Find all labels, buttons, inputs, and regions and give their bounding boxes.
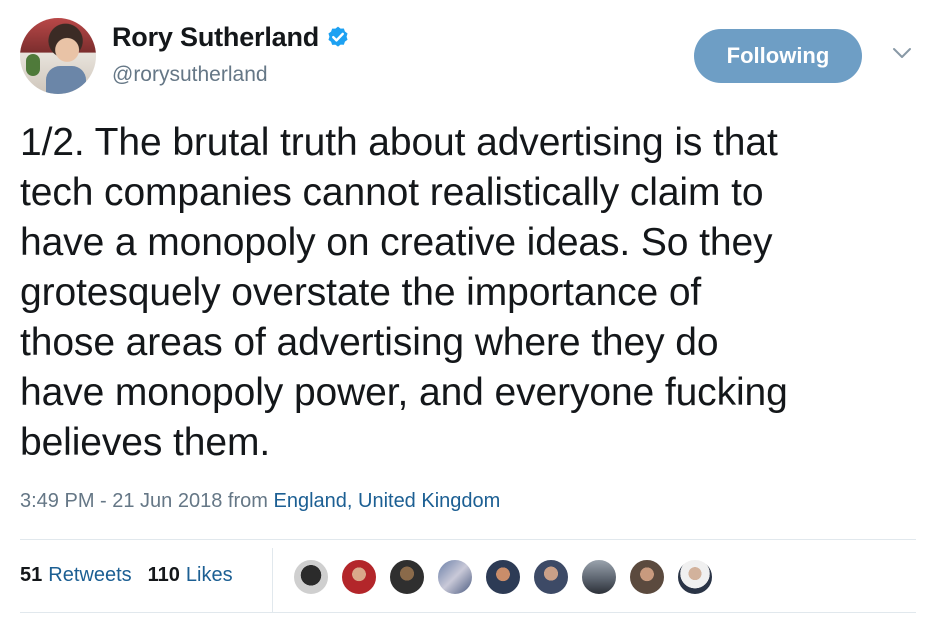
avatar-shirt	[46, 66, 86, 94]
chevron-down-icon[interactable]	[892, 46, 912, 60]
liker-avatar[interactable]	[676, 558, 714, 596]
tweet-timestamp[interactable]: 3:49 PM - 21 Jun 2018	[20, 490, 222, 512]
tweet-line: believes them.	[20, 421, 271, 464]
tweet-line: have monopoly power, and everyone fuckin…	[20, 371, 788, 414]
display-name[interactable]: Rory Sutherland	[112, 22, 319, 53]
tweet-line: tech companies cannot realistically clai…	[20, 171, 764, 214]
tweet-text: 1/2. The brutal truth about advertising …	[20, 118, 920, 468]
tweet-meta: 3:49 PM - 21 Jun 2018 from England, Unit…	[20, 490, 500, 513]
tweet-line: 1/2. The brutal truth about advertising …	[20, 121, 778, 164]
retweets-stat[interactable]: 51 Retweets	[20, 564, 132, 587]
likes-label: Likes	[185, 564, 233, 586]
likes-count: 110	[147, 564, 180, 586]
tweet-stats: 51 Retweets 110 Likes	[20, 564, 233, 587]
user-handle[interactable]: @rorysutherland	[112, 63, 268, 87]
tweet-line: those areas of advertising where they do	[20, 321, 719, 364]
tweet-location-link[interactable]: England, United Kingdom	[273, 490, 500, 512]
stats-separator	[272, 548, 273, 612]
liker-avatar[interactable]	[580, 558, 618, 596]
divider-top	[20, 539, 916, 540]
avatar-plant	[26, 54, 40, 76]
name-row: Rory Sutherland	[112, 22, 351, 53]
liker-avatar[interactable]	[388, 558, 426, 596]
retweets-label: Retweets	[48, 564, 132, 586]
divider-bottom	[20, 612, 916, 613]
liker-avatar[interactable]	[532, 558, 570, 596]
verified-badge-icon	[328, 26, 348, 47]
liker-avatar[interactable]	[628, 558, 666, 596]
profile-avatar[interactable]	[20, 18, 96, 94]
following-button[interactable]: Following	[694, 29, 862, 83]
tweet-line: have a monopoly on creative ideas. So th…	[20, 221, 773, 264]
liker-avatar[interactable]	[292, 558, 330, 596]
likes-stat[interactable]: 110 Likes	[148, 564, 233, 587]
liker-avatar[interactable]	[340, 558, 378, 596]
liker-avatar[interactable]	[436, 558, 474, 596]
retweets-count: 51	[20, 564, 43, 586]
tweet-line: grotesquely overstate the importance of	[20, 271, 702, 314]
meta-from-label: from	[222, 490, 274, 512]
liker-avatar[interactable]	[484, 558, 522, 596]
